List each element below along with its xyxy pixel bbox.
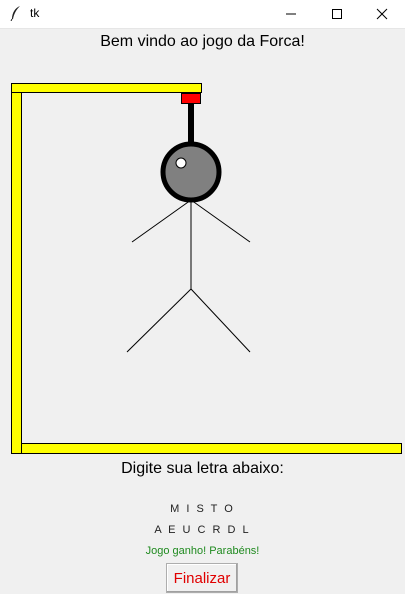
eye: [175, 157, 187, 169]
guessed-letters: A E U C R D L: [154, 524, 251, 536]
right-leg: [190, 288, 251, 353]
finish-button[interactable]: Finalizar: [166, 563, 238, 593]
gallows-base: [21, 443, 402, 454]
word-display: M I S T O: [170, 503, 235, 515]
gallows-hook: [181, 93, 201, 104]
rope: [188, 104, 194, 146]
gallows-post: [11, 92, 22, 454]
status-message: Jogo ganho! Parabéns!: [145, 545, 260, 557]
head: [160, 141, 222, 203]
prompt-label: Digite sua letra abaixo:: [121, 460, 284, 477]
gallows-top-beam: [11, 83, 202, 93]
right-arm: [190, 199, 251, 243]
left-arm: [131, 199, 192, 243]
left-leg: [126, 288, 192, 353]
